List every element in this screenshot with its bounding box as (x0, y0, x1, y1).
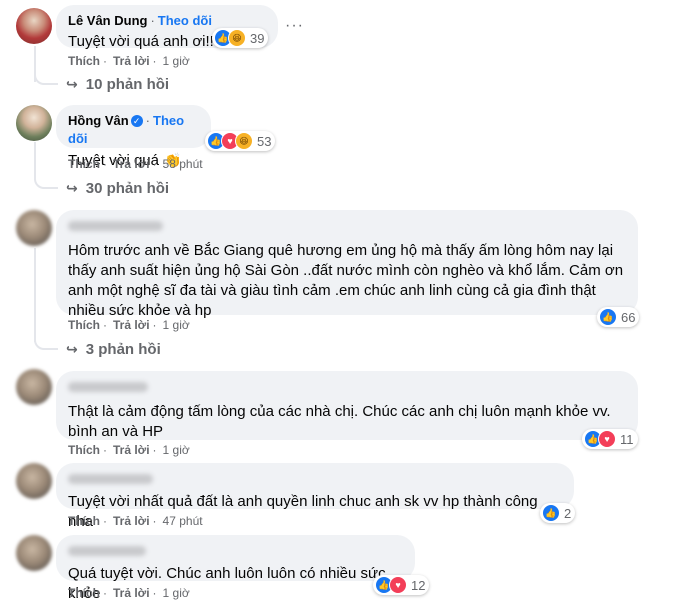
comment-time[interactable]: 1 giờ (163, 54, 190, 68)
reaction-count: 12 (411, 577, 426, 593)
view-replies-button[interactable]: ↪ 3 phản hồi (66, 341, 161, 358)
haha-reaction-icon: 😆 (235, 132, 253, 150)
like-button[interactable]: Thích (68, 514, 100, 528)
like-button[interactable]: Thích (68, 318, 100, 332)
comment-actions: Thích · Trả lời · 47 phút (68, 514, 203, 528)
like-button[interactable]: Thích (68, 54, 100, 68)
reaction-summary[interactable]: 👍 ♥ 😆 53 (205, 131, 276, 151)
avatar[interactable] (16, 8, 52, 44)
avatar[interactable] (16, 535, 52, 571)
comment-bubble: Thật là cảm động tấm lòng của các nhà ch… (56, 371, 638, 440)
thread-line (34, 248, 36, 342)
love-reaction-icon: ♥ (389, 576, 407, 594)
reply-arrow-icon: ↪ (66, 180, 78, 196)
comment-time[interactable]: 1 giờ (163, 443, 190, 457)
hidden-author-name (68, 220, 163, 231)
avatar[interactable] (16, 369, 52, 405)
love-reaction-icon: ♥ (598, 430, 616, 448)
reply-button[interactable]: Trả lời (113, 514, 150, 528)
follow-button[interactable]: Theo dõi (158, 13, 212, 28)
hidden-author-name (68, 473, 153, 484)
reaction-summary[interactable]: 👍 ♥ 12 (373, 575, 430, 595)
reaction-count: 11 (620, 431, 634, 447)
reaction-count: 53 (257, 133, 272, 149)
avatar[interactable] (16, 210, 52, 246)
comment-text: Thật là cảm động tấm lòng của các nhà ch… (68, 403, 611, 440)
comment-time[interactable]: 47 phút (163, 514, 203, 528)
hidden-author-name (68, 545, 146, 556)
avatar[interactable] (16, 463, 52, 499)
reaction-summary[interactable]: 👍 2 (540, 503, 576, 523)
reaction-count: 39 (250, 30, 265, 46)
comment-actions: Thích · Trả lời · 1 giờ (68, 586, 190, 600)
reaction-summary[interactable]: 👍 😆 39 (212, 28, 269, 48)
thread-hook (34, 174, 58, 189)
comment-time[interactable]: 58 phút (163, 157, 203, 171)
view-replies-button[interactable]: ↪ 10 phản hồi (66, 76, 169, 93)
comment-bubble: Quá tuyệt vời. Chúc anh luôn luôn có nhi… (56, 535, 415, 602)
comment-author[interactable]: Lê Vân Dung (68, 13, 147, 28)
more-dots-icon[interactable]: ··· (285, 17, 304, 35)
comment-actions: Thích · Trả lời · 1 giờ (68, 54, 190, 68)
comment-bubble: Hồng Vân ✓ · Theo dõi Tuyệt vời quá 👏 (56, 105, 211, 169)
reaction-count: 66 (621, 309, 636, 325)
reply-button[interactable]: Trả lời (113, 54, 150, 68)
reaction-summary[interactable]: 👍 ♥ 11 (582, 429, 638, 449)
comment-text: Hôm trước anh về Bắc Giang quê hương em … (68, 242, 624, 319)
thread-hook (34, 335, 58, 350)
comment-actions: Thích · Trả lời · 1 giờ (68, 318, 190, 332)
comment-actions: Thích · Trả lời · 58 phút (68, 157, 203, 171)
hidden-author-name (68, 381, 148, 392)
like-button[interactable]: Thích (68, 157, 100, 171)
comment-actions: Thích · Trả lời · 1 giờ (68, 443, 190, 457)
reply-button[interactable]: Trả lời (113, 443, 150, 457)
reply-arrow-icon: ↪ (66, 341, 78, 357)
haha-reaction-icon: 😆 (228, 29, 246, 47)
like-button[interactable]: Thích (68, 443, 100, 457)
comment-time[interactable]: 1 giờ (163, 586, 190, 600)
verified-badge-icon: ✓ (130, 114, 143, 127)
reply-button[interactable]: Trả lời (113, 586, 150, 600)
thread-hook (34, 70, 58, 85)
like-button[interactable]: Thích (68, 586, 100, 600)
comment-bubble: Hôm trước anh về Bắc Giang quê hương em … (56, 210, 638, 319)
reaction-summary[interactable]: 👍 66 (597, 307, 640, 327)
comment-time[interactable]: 1 giờ (163, 318, 190, 332)
reply-button[interactable]: Trả lời (113, 157, 150, 171)
like-reaction-icon: 👍 (542, 504, 560, 522)
comment-bubble: Tuyệt vời nhất quả đất là anh quyền linh… (56, 463, 574, 530)
reply-button[interactable]: Trả lời (113, 318, 150, 332)
view-replies-button[interactable]: ↪ 30 phản hồi (66, 180, 169, 197)
comment-author[interactable]: Hồng Vân (68, 113, 129, 128)
avatar[interactable] (16, 105, 52, 141)
like-reaction-icon: 👍 (599, 308, 617, 326)
reply-arrow-icon: ↪ (66, 76, 78, 92)
reaction-count: 2 (564, 505, 572, 521)
